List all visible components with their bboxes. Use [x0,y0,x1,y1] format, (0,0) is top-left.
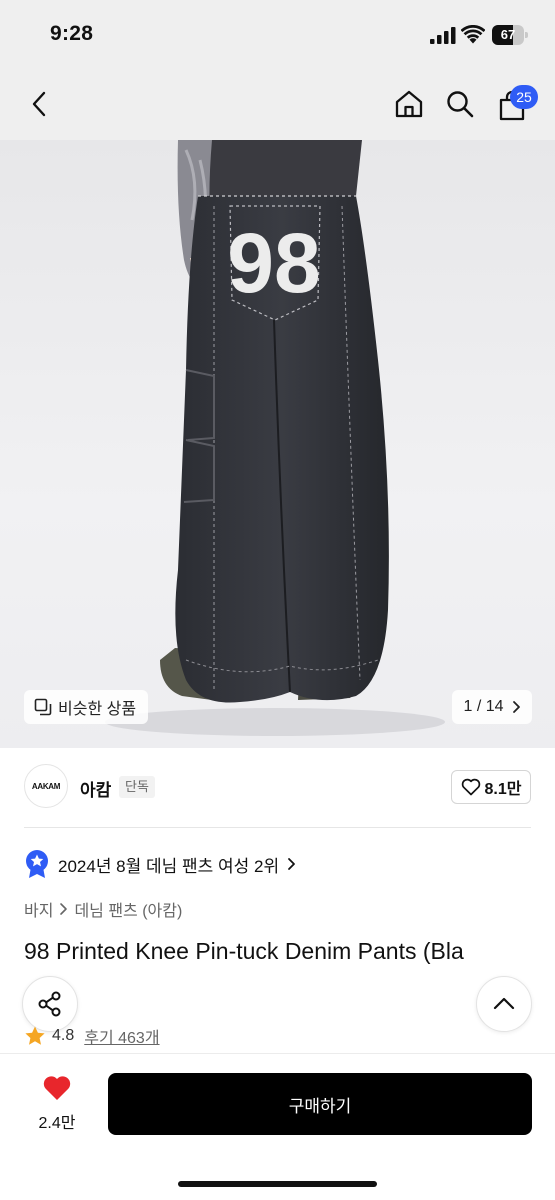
page-counter-text: 1 / 14 [463,698,504,715]
home-indicator [178,1181,377,1187]
home-button[interactable] [391,86,427,122]
wifi-icon [461,25,485,44]
brand-logo[interactable]: AAKAM [24,764,68,808]
bottom-action-bar: 2.4만 구매하기 [0,1053,555,1200]
buy-button[interactable]: 구매하기 [108,1073,532,1135]
chevron-up-icon [493,997,515,1010]
battery-level: 67 [500,27,516,42]
similar-products-button[interactable]: 비슷한 상품 [24,690,149,724]
rating-row: 4.8 후기 463개 [24,1024,160,1048]
ranking-link[interactable]: 2024년 8월 데님 팬츠 여성 2위 [24,849,296,879]
top-nav-bar [0,70,555,140]
image-page-counter[interactable]: 1 / 14 [452,690,532,724]
heart-filled-icon [43,1076,71,1100]
brand-like-count: 8.1만 [484,781,522,798]
review-count-link[interactable]: 후기 463개 [84,1024,159,1048]
rating-value: 4.8 [52,1027,75,1044]
wishlist-count: 2.4만 [38,1115,76,1132]
cart-count-badge: 25 [510,85,538,109]
ranking-badge-icon [26,850,48,878]
heart-outline-icon [461,778,480,796]
divider [24,827,531,828]
brand-name[interactable]: 아캄 [80,776,111,801]
back-button[interactable] [22,86,58,122]
product-photo: 98 [105,140,445,736]
star-icon [25,1026,45,1045]
chevron-left-icon [32,91,46,117]
home-icon [395,90,423,118]
ranking-text: 2024년 8월 데님 팬츠 여성 2위 [58,856,280,876]
scroll-to-top-button[interactable] [476,976,532,1032]
status-time: 9:28 [50,22,94,45]
brand-row: AAKAM 아캄 단독 8.1만 [0,764,555,812]
chevron-right-icon [512,701,520,713]
share-icon [38,991,61,1017]
battery-indicator: 67 [492,25,528,45]
chevron-right-icon [288,858,296,870]
wishlist-button[interactable]: 2.4만 [26,1074,88,1136]
signal-icon [430,27,456,44]
breadcrumb: 바지 데님 팬츠 (아캄) [24,897,182,921]
search-button[interactable] [442,86,478,122]
product-title: 98 Printed Knee Pin-tuck Denim Pants (Bl… [24,938,464,964]
pants-print-text: 98 [227,216,320,310]
search-icon [447,91,474,118]
breadcrumb-category[interactable]: 바지 [24,897,53,921]
title-fade-overlay [0,966,555,992]
product-image[interactable]: 98 [0,140,555,748]
status-bar: 9:28 67 [0,0,555,70]
exclusive-tag: 단독 [119,776,155,798]
brand-like-button[interactable]: 8.1만 [451,770,531,804]
breadcrumb-subcategory[interactable]: 데님 팬츠 (아캄) [74,897,182,921]
chevron-right-icon [60,903,68,915]
similar-items-icon [34,698,52,716]
similar-products-label: 비슷한 상품 [58,701,137,718]
